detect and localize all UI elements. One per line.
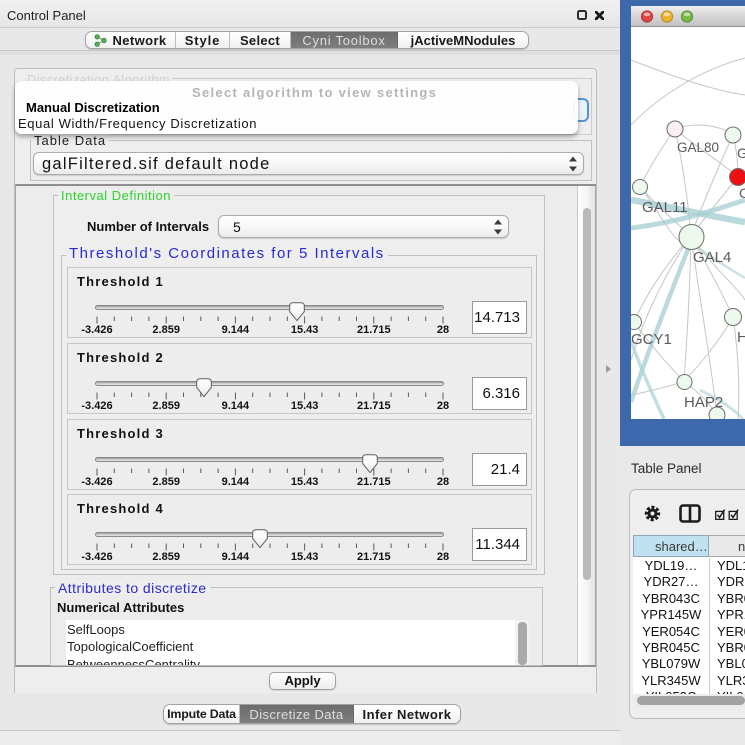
svg-text:GAL80: GAL80	[677, 140, 719, 155]
svg-text:GAL11: GAL11	[642, 199, 688, 216]
svg-text:C: C	[739, 185, 745, 201]
svg-text:H: H	[737, 329, 745, 346]
svg-text:GCY1: GCY1	[631, 331, 672, 348]
svg-text:HAP2: HAP2	[684, 394, 723, 411]
svg-text:G: G	[737, 145, 745, 161]
svg-text:GAL4: GAL4	[693, 249, 731, 266]
